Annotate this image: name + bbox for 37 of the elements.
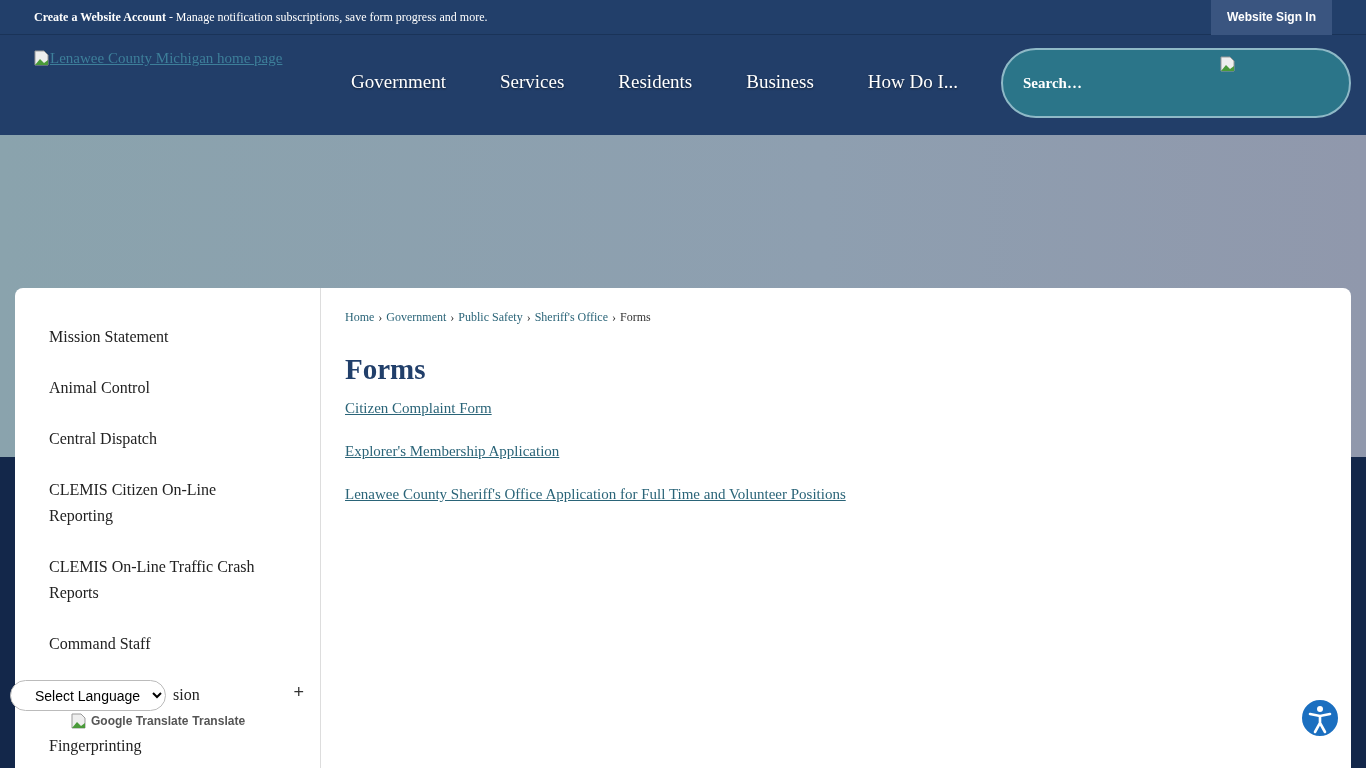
page-title: Forms [345, 353, 427, 386]
broken-image-icon[interactable] [1220, 56, 1236, 72]
nav-link[interactable]: Residents [591, 71, 720, 93]
sidebar-link[interactable]: CLEMIS Citizen On-Line Reporting [49, 477, 279, 529]
breadcrumb-separator: › [378, 310, 383, 325]
google-translate-label: Google Translate [91, 714, 189, 728]
broken-image-icon [71, 713, 87, 729]
form-link[interactable]: Lenawee County Sheriff's Office Application for Full Time and Volunteer Positions [345, 486, 846, 503]
nav-link[interactable]: Services [473, 71, 592, 93]
nav-link[interactable]: Business [719, 71, 841, 93]
language-select[interactable]: Select Language [10, 680, 166, 711]
nav-link[interactable]: Government [324, 71, 473, 93]
sidebar-link[interactable]: Central Dispatch [49, 426, 157, 452]
breadcrumb-link[interactable]: Public Safety [458, 310, 523, 325]
create-account-link[interactable]: Create a Website Account [34, 9, 166, 24]
sidebar-link[interactable]: CLEMIS On-Line Traffic Crash Reports [49, 554, 279, 606]
sidebar-link[interactable]: Animal Control [49, 375, 150, 401]
sign-in-button[interactable]: Website Sign In [1210, 0, 1332, 35]
breadcrumb-separator: › [450, 310, 455, 325]
breadcrumb-separator: › [526, 310, 531, 325]
form-link[interactable]: Citizen Complaint Form [345, 400, 846, 417]
breadcrumb-separator: › [612, 310, 616, 325]
search-field[interactable]: Search… [1001, 48, 1351, 118]
breadcrumb-link[interactable]: Home [345, 310, 375, 325]
breadcrumb-link[interactable]: Government [386, 310, 447, 325]
expand-button[interactable]: + [293, 682, 304, 702]
nav-link[interactable]: How Do I... [840, 71, 986, 93]
sidebar-link[interactable]: Mission Statement [49, 324, 169, 350]
sidebar-link[interactable]: Command Staff [49, 631, 151, 657]
sidebar-link[interactable]: Fingerprinting [49, 733, 142, 759]
sidebar-link[interactable]: sion [173, 682, 200, 708]
breadcrumb-link[interactable]: Sheriff's Office [534, 310, 608, 325]
breadcrumb-current: Forms [620, 310, 651, 325]
broken-image-icon [34, 50, 50, 66]
form-link[interactable]: Explorer's Membership Application [345, 443, 846, 460]
translate-label: Translate [192, 714, 246, 728]
account-note: Create a Website Account - Manage notification subscriptions, save form progress and more. [34, 9, 488, 25]
